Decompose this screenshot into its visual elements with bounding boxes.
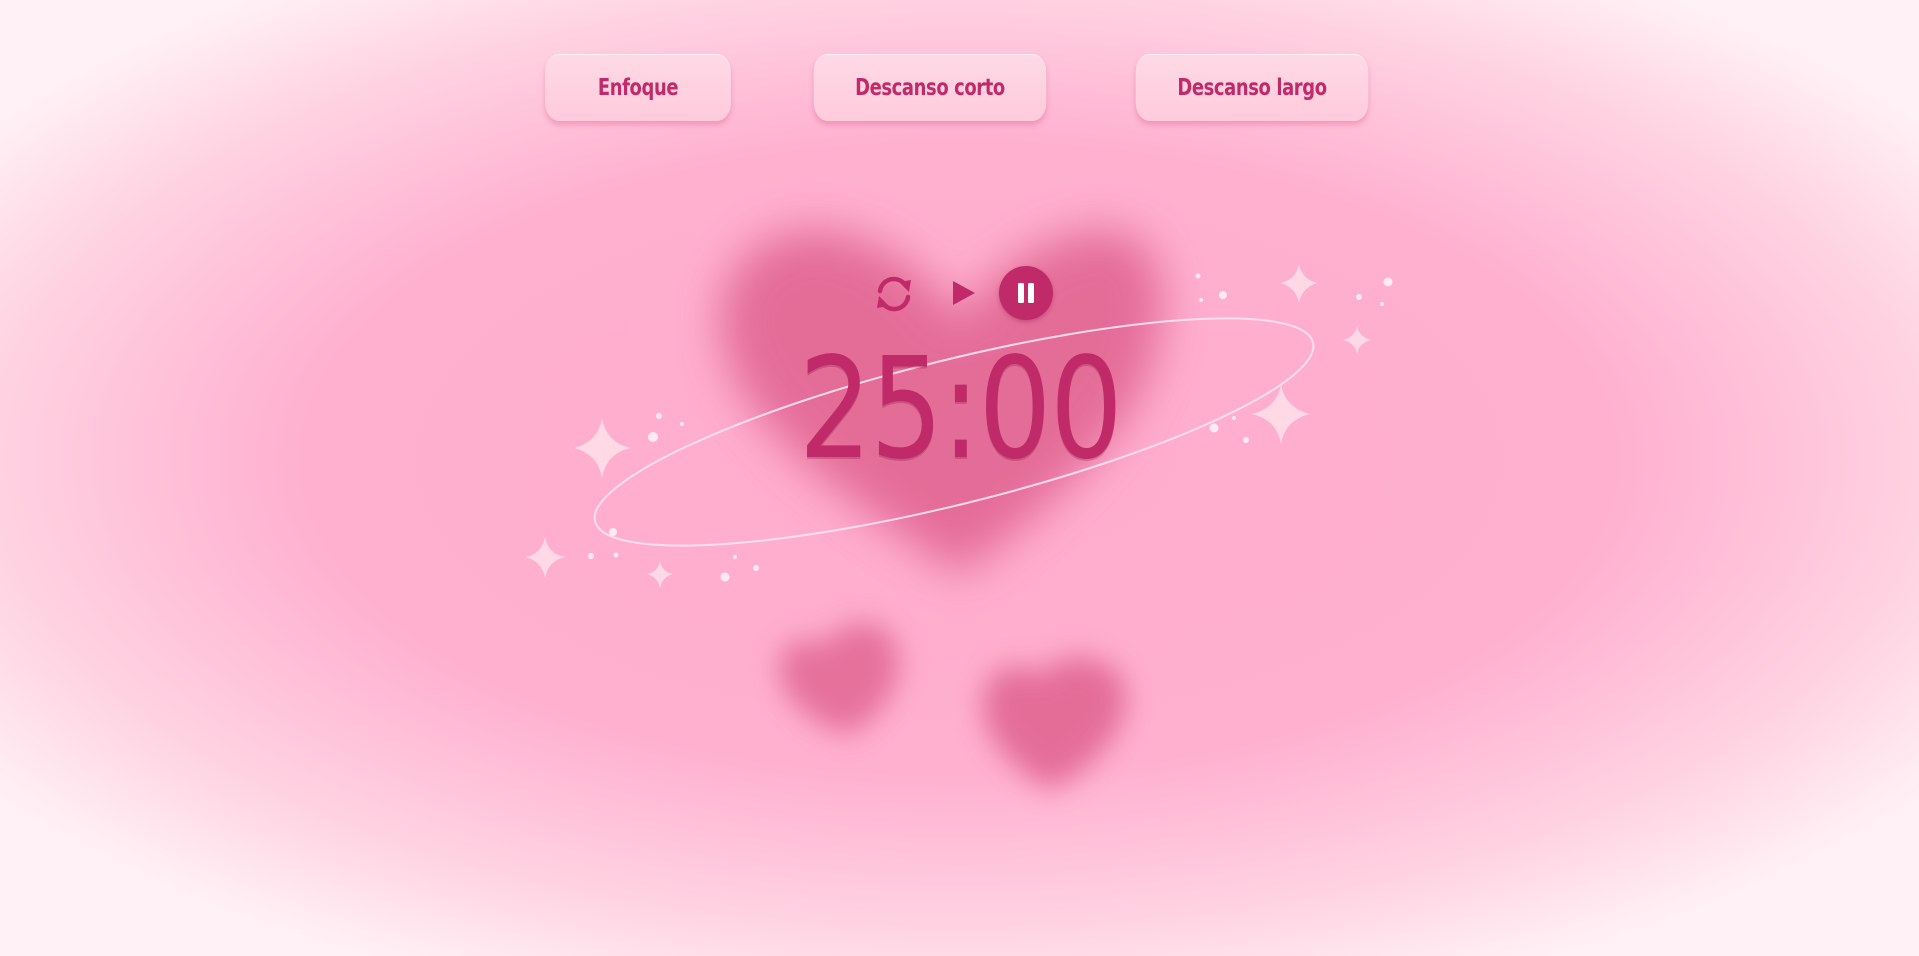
focus-mode-button[interactable]: Enfoque <box>545 54 731 121</box>
sparkle-icon <box>647 561 673 588</box>
play-button[interactable] <box>940 270 986 316</box>
long-break-mode-label: Descanso largo <box>1177 74 1327 101</box>
focus-mode-label: Enfoque <box>597 74 679 101</box>
pause-icon <box>1018 283 1034 303</box>
reset-arrows-icon <box>877 276 911 312</box>
short-break-mode-label: Descanso corto <box>855 74 1005 101</box>
sparkle-icon <box>1252 384 1310 444</box>
pause-button[interactable] <box>999 266 1053 320</box>
short-break-mode-button[interactable]: Descanso corto <box>813 54 1047 121</box>
sparkle-icon <box>574 418 630 478</box>
small-heart-left-icon <box>779 622 900 735</box>
sparkle-icon <box>525 537 565 578</box>
sparkle-icon <box>1343 326 1371 354</box>
reset-button[interactable] <box>868 268 920 320</box>
small-heart-right-icon <box>982 657 1127 790</box>
sparkle-icon <box>1280 264 1318 303</box>
play-icon <box>953 281 975 305</box>
long-break-mode-button[interactable]: Descanso largo <box>1135 54 1369 121</box>
timer-display: 25:00 <box>798 328 1123 491</box>
